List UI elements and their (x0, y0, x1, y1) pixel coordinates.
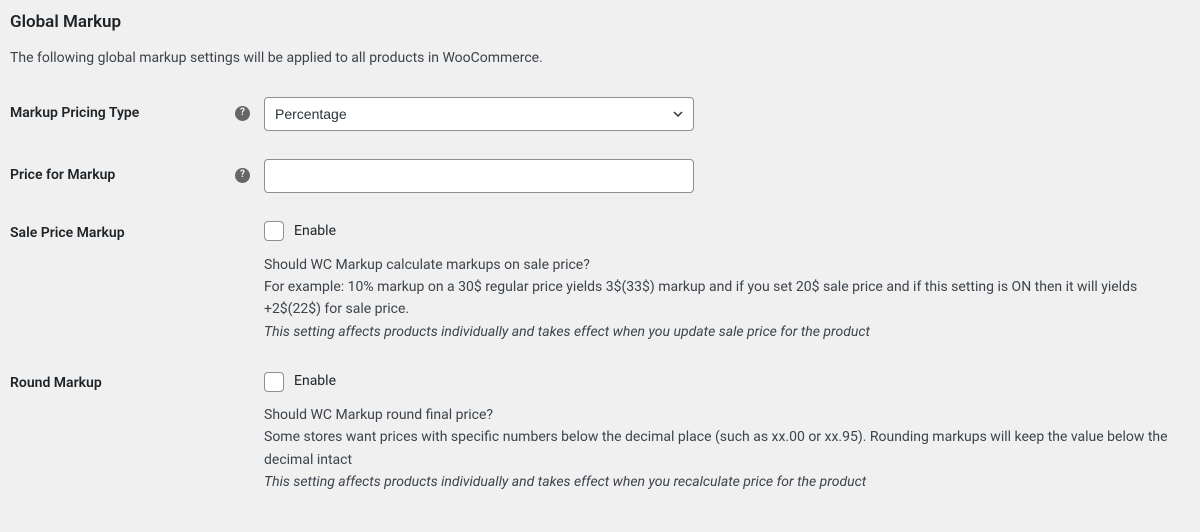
round-markup-desc-1: Should WC Markup round final price? (264, 404, 1184, 426)
label-markup-pricing-type: Markup Pricing Type (10, 103, 139, 124)
sale-price-markup-checkbox-label: Enable (294, 221, 336, 242)
row-markup-pricing-type: Markup Pricing Type ? Percentage (10, 97, 1190, 131)
round-markup-desc-2: Some stores want prices with specific nu… (264, 426, 1184, 471)
label-sale-price-markup: Sale Price Markup (10, 223, 125, 244)
label-price-for-markup: Price for Markup (10, 165, 115, 186)
sale-price-markup-checkbox[interactable] (264, 221, 284, 241)
sale-price-markup-desc-2: For example: 10% markup on a 30$ regular… (264, 276, 1184, 321)
section-title: Global Markup (10, 10, 1190, 36)
help-icon[interactable]: ? (235, 106, 250, 121)
price-for-markup-input[interactable] (264, 159, 694, 193)
markup-pricing-type-select[interactable]: Percentage (264, 97, 694, 131)
round-markup-desc-italic: This setting affects products individual… (264, 471, 1184, 493)
round-markup-checkbox[interactable] (264, 372, 284, 392)
section-description: The following global markup settings wil… (10, 48, 1190, 69)
sale-price-markup-desc-1: Should WC Markup calculate markups on sa… (264, 254, 1184, 276)
label-round-markup: Round Markup (10, 373, 102, 394)
row-price-for-markup: Price for Markup ? (10, 159, 1190, 193)
sale-price-markup-desc-italic: This setting affects products individual… (264, 321, 1184, 343)
help-icon[interactable]: ? (235, 168, 250, 183)
row-round-markup: Round Markup Enable Should WC Markup rou… (10, 371, 1190, 494)
row-sale-price-markup: Sale Price Markup Enable Should WC Marku… (10, 221, 1190, 344)
round-markup-checkbox-label: Enable (294, 371, 336, 392)
